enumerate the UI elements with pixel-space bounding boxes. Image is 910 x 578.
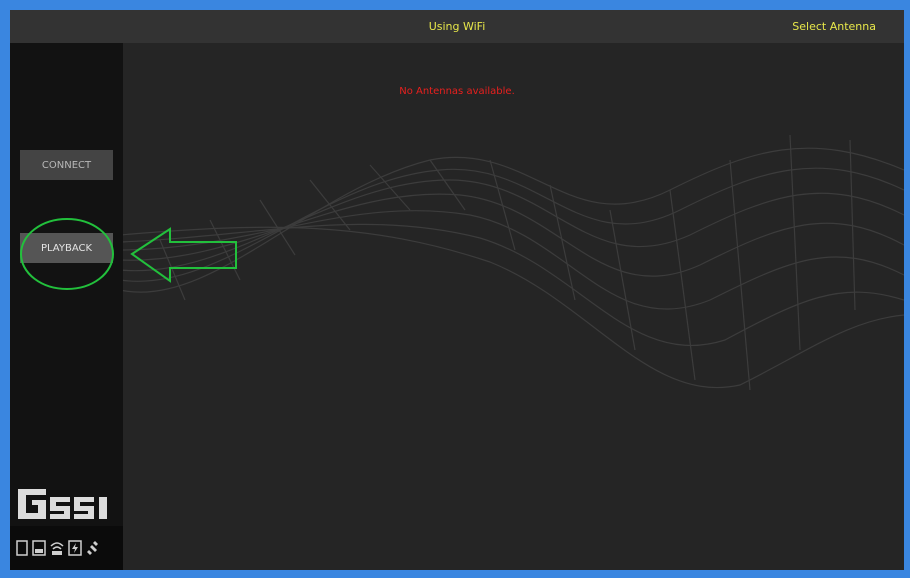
arrow-left-icon [130, 227, 237, 283]
app-window: Using WiFi Select Antenna No Antennas av… [10, 10, 904, 570]
playback-highlight-ellipse [20, 218, 114, 290]
annotation-overlay [20, 218, 237, 290]
